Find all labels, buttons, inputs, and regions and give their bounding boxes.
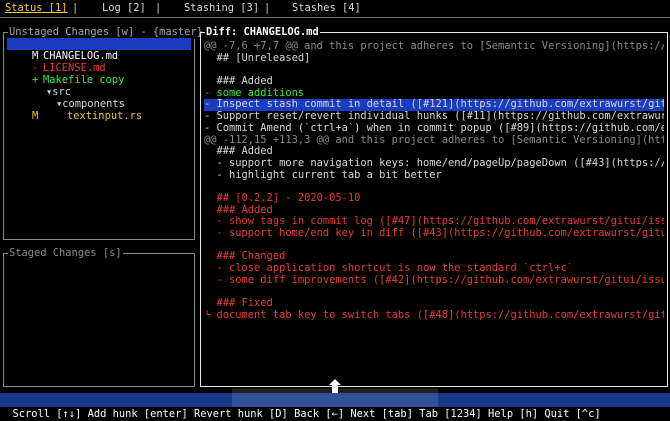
diff-line[interactable]: - some additions	[204, 88, 664, 100]
file-row[interactable]: - LICENSE.md	[7, 50, 106, 74]
cmd-quit[interactable]: Quit [^c]	[544, 408, 600, 420]
diff-line[interactable]: - Commit Amend (`ctrl+a`) when in commit…	[204, 123, 664, 135]
diff-line[interactable]: @@ -112,15 +113,3 @@ and this project ad…	[204, 135, 664, 147]
cmd-back[interactable]: Back [←]	[294, 408, 344, 420]
tab-status[interactable]: Status [1]	[5, 1, 68, 15]
diff-line[interactable]: ### Added	[204, 205, 664, 217]
tab-bar: Status [1] | Log [2] | Stashing [3] | St…	[0, 0, 670, 16]
tab-log[interactable]: Log [2]	[102, 1, 146, 15]
diff-line[interactable]	[204, 240, 664, 252]
diff-line[interactable]: - close application shortcut is now the …	[204, 263, 664, 275]
diff-line[interactable]: ### Added	[204, 76, 664, 88]
diff-line[interactable]	[204, 64, 664, 76]
diff-line[interactable]	[204, 181, 664, 193]
file-row[interactable]: M CHANGELOG.md	[7, 38, 191, 62]
diff-line[interactable]: ### Fixed	[204, 298, 664, 310]
diff-line[interactable]: - support more navigation keys: home/end…	[204, 158, 665, 170]
diff-line[interactable]: - show tags in commit log ([#47](https:/…	[204, 216, 665, 228]
cmd-revert-hunk[interactable]: Revert hunk [D]	[194, 408, 288, 420]
cmd-tab[interactable]: Tab [1234]	[419, 408, 482, 420]
tab-separator: |	[264, 2, 271, 14]
file-name: textinput.rs	[67, 110, 143, 122]
up-arrow-icon	[329, 379, 341, 393]
folder-row[interactable]: ▾components	[31, 86, 125, 110]
diff-line[interactable]: - Support reset/revert individual hunks …	[204, 111, 664, 123]
staged-changes-panel[interactable]: Staged Changes [s]	[3, 247, 195, 387]
file-status: M	[32, 110, 39, 122]
file-row[interactable]: Mtextinput.rs	[7, 98, 142, 122]
tab-separator: |	[72, 2, 79, 14]
diff-line[interactable]: └ document tab key to switch tabs ([#48]…	[204, 310, 664, 322]
diff-line[interactable]: - Inspect stash commit in detail ([#121]…	[204, 99, 664, 112]
diff-line[interactable]: ### Added	[204, 146, 664, 158]
diff-line[interactable]: - some diff improvements ([#42](https://…	[204, 275, 665, 287]
diff-line[interactable]: - highlight current tab a bit better	[204, 170, 664, 182]
staged-changes-title: Staged Changes [s]	[8, 247, 123, 260]
tab-separator: |	[155, 2, 162, 14]
diff-line[interactable]: - support home/end key in diff ([#43](ht…	[204, 228, 665, 240]
tab-divider	[0, 17, 670, 18]
diff-line[interactable]: ### Changed	[204, 251, 664, 263]
diff-line[interactable]	[204, 286, 664, 298]
cmd-add-hunk[interactable]: Add hunk [enter]	[88, 408, 188, 420]
diff-line[interactable]: ## [Unreleased]	[204, 53, 664, 65]
folder-row[interactable]: ▾src	[21, 74, 71, 98]
diff-panel[interactable]: Diff: CHANGELOG.md @@ -7,6 +7,7 @@ and t…	[200, 26, 668, 387]
cmd-scroll[interactable]: Scroll [↑↓]	[13, 408, 82, 420]
cmd-next[interactable]: Next [tab]	[350, 408, 413, 420]
diff-line[interactable]: ## [0.2.2] - 2020-05-10	[204, 193, 664, 205]
cmd-help[interactable]: Help [h]	[488, 408, 538, 420]
unstaged-changes-panel[interactable]: Unstaged Changes [w] - {master} M CHANGEL…	[3, 26, 204, 240]
diff-line[interactable]: @@ -7,6 +7,7 @@ and this project adheres…	[204, 41, 664, 53]
diff-title: Diff: CHANGELOG.md	[205, 26, 320, 39]
diff-content: @@ -7,6 +7,7 @@ and this project adheres…	[204, 41, 664, 322]
tab-stashing[interactable]: Stashing [3]	[184, 1, 259, 15]
tab-stashes[interactable]: Stashes [4]	[292, 1, 361, 15]
file-row[interactable]: + Makefile copy	[7, 62, 124, 86]
